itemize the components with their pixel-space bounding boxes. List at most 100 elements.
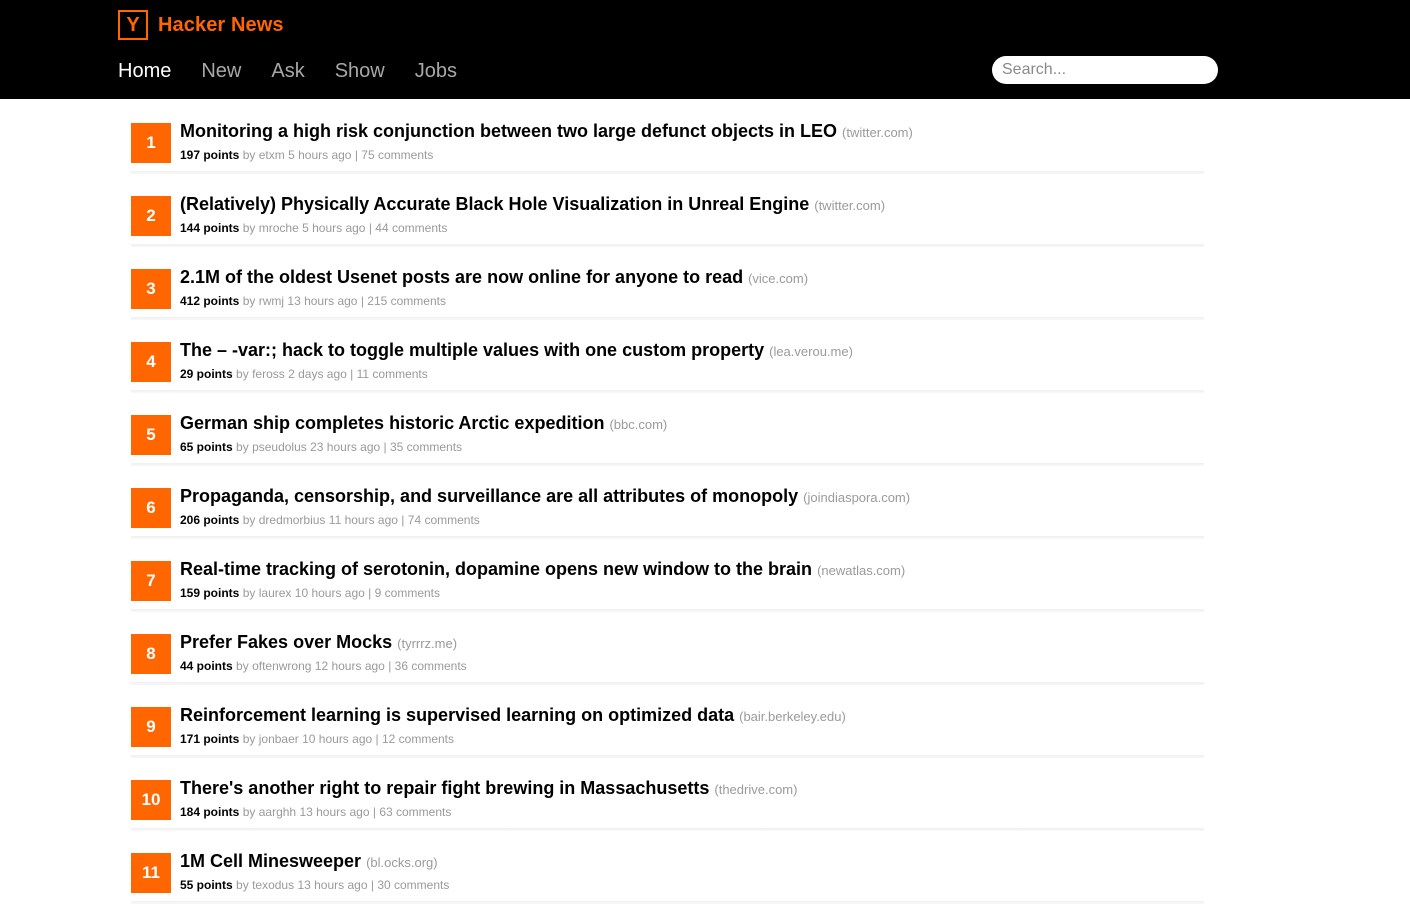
story-title-link[interactable]: There's another right to repair fight br… — [180, 778, 709, 798]
story-points: 171 points — [180, 732, 240, 746]
story-comments[interactable]: 215 comments — [367, 294, 446, 308]
story-age[interactable]: 10 hours ago — [295, 586, 365, 600]
story-user[interactable]: texodus — [252, 878, 294, 892]
story-age[interactable]: 5 hours ago — [302, 221, 365, 235]
story-user[interactable]: feross — [252, 367, 285, 381]
story-comments[interactable]: 9 comments — [375, 586, 440, 600]
story-title-line: There's another right to repair fight br… — [180, 778, 797, 799]
story-title-link[interactable]: (Relatively) Physically Accurate Black H… — [180, 194, 809, 214]
story-points: 197 points — [180, 148, 240, 162]
rank-badge: 1 — [131, 123, 171, 163]
by-label: by — [236, 659, 249, 673]
story-title-link[interactable]: Monitoring a high risk conjunction betwe… — [180, 121, 837, 141]
story-domain[interactable]: (lea.verou.me) — [769, 344, 853, 359]
story-domain[interactable]: (newatlas.com) — [817, 563, 905, 578]
story-domain[interactable]: (joindiaspora.com) — [803, 490, 910, 505]
rank-badge: 11 — [131, 853, 171, 893]
story-meta: 29 points by feross 2 days ago | 11 comm… — [180, 367, 428, 381]
story-domain[interactable]: (twitter.com) — [814, 198, 885, 213]
story-age[interactable]: 11 hours ago — [329, 513, 398, 527]
story-age[interactable]: 13 hours ago — [299, 805, 369, 819]
story-points: 144 points — [180, 221, 240, 235]
story-title-link[interactable]: German ship completes historic Arctic ex… — [180, 413, 604, 433]
story-title-link[interactable]: 2.1M of the oldest Usenet posts are now … — [180, 267, 743, 287]
meta-separator: | — [401, 513, 405, 527]
story-item: 6 Propaganda, censorship, and surveillan… — [131, 464, 1204, 539]
rank-badge: 10 — [131, 780, 171, 820]
story-item: 7 Real-time tracking of serotonin, dopam… — [131, 537, 1204, 612]
story-title-link[interactable]: Prefer Fakes over Mocks — [180, 632, 392, 652]
story-age[interactable]: 13 hours ago — [297, 878, 367, 892]
story-list: 1 Monitoring a high risk conjunction bet… — [131, 99, 1204, 904]
story-title-line: German ship completes historic Arctic ex… — [180, 413, 667, 434]
story-title-link[interactable]: The – -var:; hack to toggle multiple val… — [180, 340, 764, 360]
story-meta: 44 points by oftenwrong 12 hours ago | 3… — [180, 659, 467, 673]
story-comments[interactable]: 30 comments — [377, 878, 449, 892]
story-user[interactable]: pseudolus — [252, 440, 307, 454]
y-logo-icon[interactable]: Y — [118, 10, 148, 40]
story-title-link[interactable]: Real-time tracking of serotonin, dopamin… — [180, 559, 812, 579]
story-title-line: The – -var:; hack to toggle multiple val… — [180, 340, 853, 361]
story-item: 8 Prefer Fakes over Mocks (tyrrrz.me) 44 … — [131, 610, 1204, 685]
story-comments[interactable]: 75 comments — [361, 148, 433, 162]
meta-separator: | — [383, 440, 387, 454]
rank-badge: 8 — [131, 634, 171, 674]
story-age[interactable]: 12 hours ago — [315, 659, 385, 673]
story-domain[interactable]: (vice.com) — [748, 271, 808, 286]
story-domain[interactable]: (tyrrrz.me) — [397, 636, 457, 651]
story-user[interactable]: jonbaer — [259, 732, 299, 746]
story-domain[interactable]: (bl.ocks.org) — [366, 855, 438, 870]
story-age[interactable]: 5 hours ago — [288, 148, 351, 162]
story-user[interactable]: oftenwrong — [252, 659, 311, 673]
top-navigation-bar: Y Hacker News Home New Ask Show Jobs — [0, 0, 1410, 99]
story-user[interactable]: aarghh — [259, 805, 296, 819]
story-item: 3 2.1M of the oldest Usenet posts are no… — [131, 245, 1204, 320]
story-comments[interactable]: 11 comments — [357, 367, 428, 381]
story-points: 55 points — [180, 878, 233, 892]
story-user[interactable]: rwmj — [259, 294, 284, 308]
story-age[interactable]: 13 hours ago — [287, 294, 357, 308]
story-age[interactable]: 23 hours ago — [310, 440, 380, 454]
nav-show[interactable]: Show — [335, 60, 385, 83]
story-title-line: Monitoring a high risk conjunction betwe… — [180, 121, 913, 142]
story-domain[interactable]: (twitter.com) — [842, 125, 913, 140]
story-title-line: (Relatively) Physically Accurate Black H… — [180, 194, 885, 215]
rank-badge: 7 — [131, 561, 171, 601]
rank-badge: 2 — [131, 196, 171, 236]
story-comments[interactable]: 74 comments — [408, 513, 480, 527]
by-label: by — [242, 586, 256, 600]
story-user[interactable]: etxm — [259, 148, 285, 162]
story-user[interactable]: laurex — [259, 586, 292, 600]
story-comments[interactable]: 35 comments — [390, 440, 462, 454]
story-meta: 197 points by etxm 5 hours ago | 75 comm… — [180, 148, 433, 162]
story-points: 412 points — [180, 294, 240, 308]
by-label: by — [236, 440, 249, 454]
story-title-line: 1M Cell Minesweeper (bl.ocks.org) — [180, 851, 438, 872]
story-age[interactable]: 2 days ago — [288, 367, 347, 381]
nav-new[interactable]: New — [201, 60, 241, 83]
story-user[interactable]: mroche — [259, 221, 299, 235]
story-domain[interactable]: (thedrive.com) — [714, 782, 797, 797]
story-title-link[interactable]: Reinforcement learning is supervised lea… — [180, 705, 734, 725]
story-comments[interactable]: 63 comments — [379, 805, 451, 819]
story-comments[interactable]: 36 comments — [395, 659, 467, 673]
story-title-link[interactable]: Propaganda, censorship, and surveillance… — [180, 486, 798, 506]
rank-badge: 4 — [131, 342, 171, 382]
meta-separator: | — [368, 221, 372, 235]
story-user[interactable]: dredmorbius — [259, 513, 326, 527]
search-input[interactable] — [992, 56, 1218, 84]
site-title[interactable]: Hacker News — [158, 14, 284, 37]
story-age[interactable]: 10 hours ago — [302, 732, 372, 746]
by-label: by — [236, 367, 249, 381]
by-label: by — [242, 221, 256, 235]
story-comments[interactable]: 12 comments — [382, 732, 454, 746]
nav-ask[interactable]: Ask — [271, 60, 304, 83]
nav-home[interactable]: Home — [118, 60, 171, 83]
story-comments[interactable]: 44 comments — [375, 221, 447, 235]
story-points: 44 points — [180, 659, 233, 673]
story-domain[interactable]: (bair.berkeley.edu) — [739, 709, 846, 724]
brand[interactable]: Y Hacker News — [118, 8, 284, 42]
nav-jobs[interactable]: Jobs — [415, 60, 457, 83]
story-title-link[interactable]: 1M Cell Minesweeper — [180, 851, 361, 871]
story-domain[interactable]: (bbc.com) — [609, 417, 667, 432]
